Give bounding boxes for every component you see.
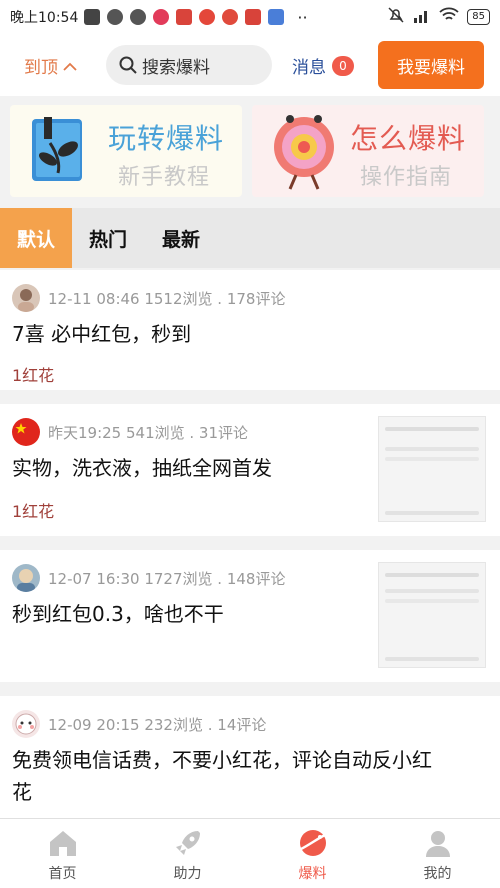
nav-me[interactable]: 我的 [375, 819, 500, 888]
post-thumbnail[interactable] [378, 562, 486, 668]
wechat-notification-icon [130, 9, 147, 25]
battery-indicator: 85 [467, 9, 490, 25]
chevron-up-icon [63, 62, 77, 71]
wechat-notification-icon [107, 9, 124, 25]
tutorial-banner[interactable]: 玩转爆料 新手教程 [10, 105, 242, 197]
post-title: 实物，洗衣液，抽纸全网首发 [12, 456, 272, 480]
signal-icon [413, 7, 431, 27]
search-icon [119, 56, 137, 74]
to-top-label: 到顶 [24, 58, 58, 78]
user-icon [425, 831, 450, 857]
feed-item[interactable]: 12-11 08:46 1512浏览 . 178评论 7喜 必中红包，秒到 1红… [0, 270, 500, 390]
tab-hot[interactable]: 热门 [72, 208, 144, 268]
nav-boost-label: 助力 [173, 866, 202, 882]
nav-home[interactable]: 首页 [0, 819, 125, 888]
planet-icon [299, 830, 326, 856]
avatar [12, 284, 40, 312]
home-icon [49, 831, 76, 856]
feed-item[interactable]: 昨天19:25 541浏览 . 31评论 实物，洗衣液，抽纸全网首发 1红花 [0, 404, 500, 536]
tutorial-banner-subtitle: 新手教程 [118, 165, 211, 190]
feed-item[interactable]: 12-09 20:15 232浏览 . 14评论 免费领电信话费，不要小红花，评… [0, 696, 500, 818]
book-sprout-icon [32, 117, 82, 181]
messages-label: 消息 [292, 58, 326, 78]
wifi-icon [439, 7, 459, 27]
chat-notification-icon [84, 9, 101, 25]
app-notification-icon [222, 9, 239, 25]
flower-mascot-icon [274, 115, 334, 190]
nav-tips-label: 爆料 [298, 866, 327, 882]
app-notification-icon [153, 9, 170, 25]
guide-banner-title: 怎么爆料 [350, 122, 467, 155]
avatar [12, 418, 40, 446]
feed-tabs: 默认 热门 最新 [0, 208, 500, 268]
reward-flower: 1红花 [12, 502, 55, 521]
post-meta: 昨天19:25 541浏览 . 31评论 [48, 424, 249, 442]
avatar [12, 564, 40, 592]
top-header: 到顶 搜索爆料 消息 0 我要爆料 [0, 34, 500, 96]
post-meta: 12-07 16:30 1727浏览 . 148评论 [48, 570, 286, 588]
notification-icons: ·· [84, 7, 308, 27]
submit-post-button[interactable]: 我要爆料 [378, 41, 484, 89]
tab-latest[interactable]: 最新 [144, 208, 218, 268]
nav-tips[interactable]: 爆料 [250, 819, 375, 888]
mute-icon [387, 6, 405, 28]
banner-row: 玩转爆料 新手教程 怎么爆料 操作指南 [0, 96, 500, 206]
post-meta: 12-09 20:15 232浏览 . 14评论 [48, 716, 267, 734]
app-notification-icon [268, 9, 285, 25]
tutorial-banner-title: 玩转爆料 [108, 122, 225, 155]
search-input[interactable]: 搜索爆料 [106, 45, 272, 85]
status-bar: 晚上10:54 ·· 85 [0, 0, 500, 34]
avatar [12, 710, 40, 738]
nav-boost[interactable]: 助力 [125, 819, 250, 888]
tab-default[interactable]: 默认 [0, 208, 72, 268]
messages-button[interactable]: 消息 0 [292, 53, 354, 78]
post-title-line: 免费领电信话费，不要小红花，评论自动反小红 [12, 748, 432, 772]
post-title: 免费领电信话费，不要小红花，评论自动反小红 花 [12, 744, 492, 808]
nav-home-label: 首页 [48, 866, 77, 882]
post-title: 秒到红包0.3，啥也不干 [12, 602, 224, 626]
app-notification-icon [176, 9, 193, 25]
feed-item[interactable]: 12-07 16:30 1727浏览 . 148评论 秒到红包0.3，啥也不干 [0, 550, 500, 682]
post-title: 7喜 必中红包，秒到 [12, 322, 192, 346]
reward-flower: 1红花 [12, 366, 55, 385]
post-title-line: 花 [12, 780, 32, 804]
app-notification-icon [199, 9, 216, 25]
nav-me-label: 我的 [423, 866, 452, 882]
messages-count-badge: 0 [332, 55, 354, 76]
guide-banner-subtitle: 操作指南 [360, 165, 453, 190]
post-thumbnail[interactable] [378, 416, 486, 522]
app-notification-icon [245, 9, 262, 25]
guide-banner[interactable]: 怎么爆料 操作指南 [252, 105, 484, 197]
rocket-icon [175, 831, 200, 855]
scroll-to-top-button[interactable]: 到顶 [24, 53, 78, 78]
more-dots-icon: ·· [297, 7, 308, 27]
status-time: 晚上10:54 [10, 10, 79, 26]
bottom-navigation: 首页 助力 爆料 我的 [0, 818, 500, 888]
post-meta: 12-11 08:46 1512浏览 . 178评论 [48, 290, 286, 308]
search-placeholder: 搜索爆料 [142, 57, 210, 78]
